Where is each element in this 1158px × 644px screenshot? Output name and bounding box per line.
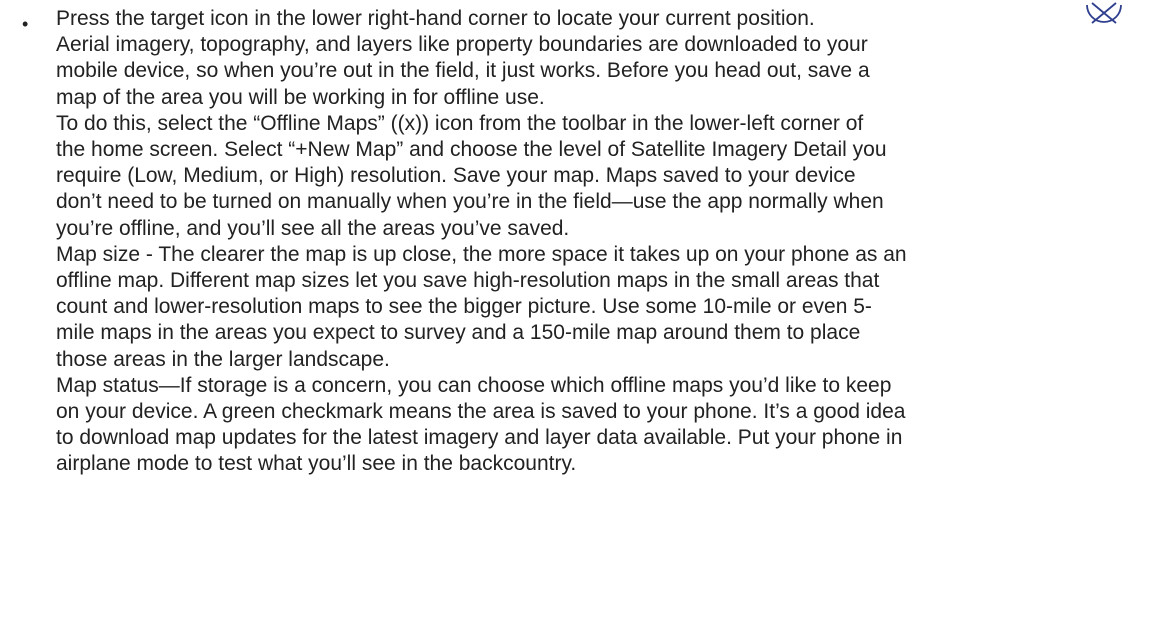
text-line: offline map. Different map sizes let you… (56, 269, 880, 293)
text-line: you’re offline, and you’ll see all the a… (56, 216, 570, 240)
text-line: those areas in the larger landscape. (56, 347, 390, 371)
text-line: require (Low, Medium, or High) resolutio… (56, 164, 856, 188)
text-line: on your device. A green checkmark means … (56, 400, 906, 424)
text-line: map of the area you will be working in f… (56, 85, 545, 109)
bullet-point: • (22, 14, 29, 34)
text-line: count and lower-resolution maps to see t… (56, 295, 872, 319)
text-line: Press the target icon in the lower right… (56, 7, 815, 30)
text-line: don’t need to be turned on manually when… (56, 190, 884, 214)
text-line: to download map updates for the latest i… (56, 426, 903, 450)
text-line: airplane mode to test what you’ll see in… (56, 452, 577, 476)
text-line: the home screen. Select “+New Map” and c… (56, 138, 887, 162)
paragraph-text: Press the target icon in the lower right… (56, 6, 1116, 478)
text-line: Map status—If storage is a concern, you … (56, 373, 892, 397)
text-line: mobile device, so when you’re out in the… (56, 59, 870, 83)
text-line: To do this, select the “Offline Maps” ((… (56, 111, 864, 135)
document-page: • Press the target icon in the lower rig… (0, 0, 1158, 644)
text-line: Map size - The clearer the map is up clo… (56, 242, 907, 266)
text-line: Aerial imagery, topography, and layers l… (56, 33, 868, 57)
text-line: mile maps in the areas you expect to sur… (56, 321, 861, 345)
